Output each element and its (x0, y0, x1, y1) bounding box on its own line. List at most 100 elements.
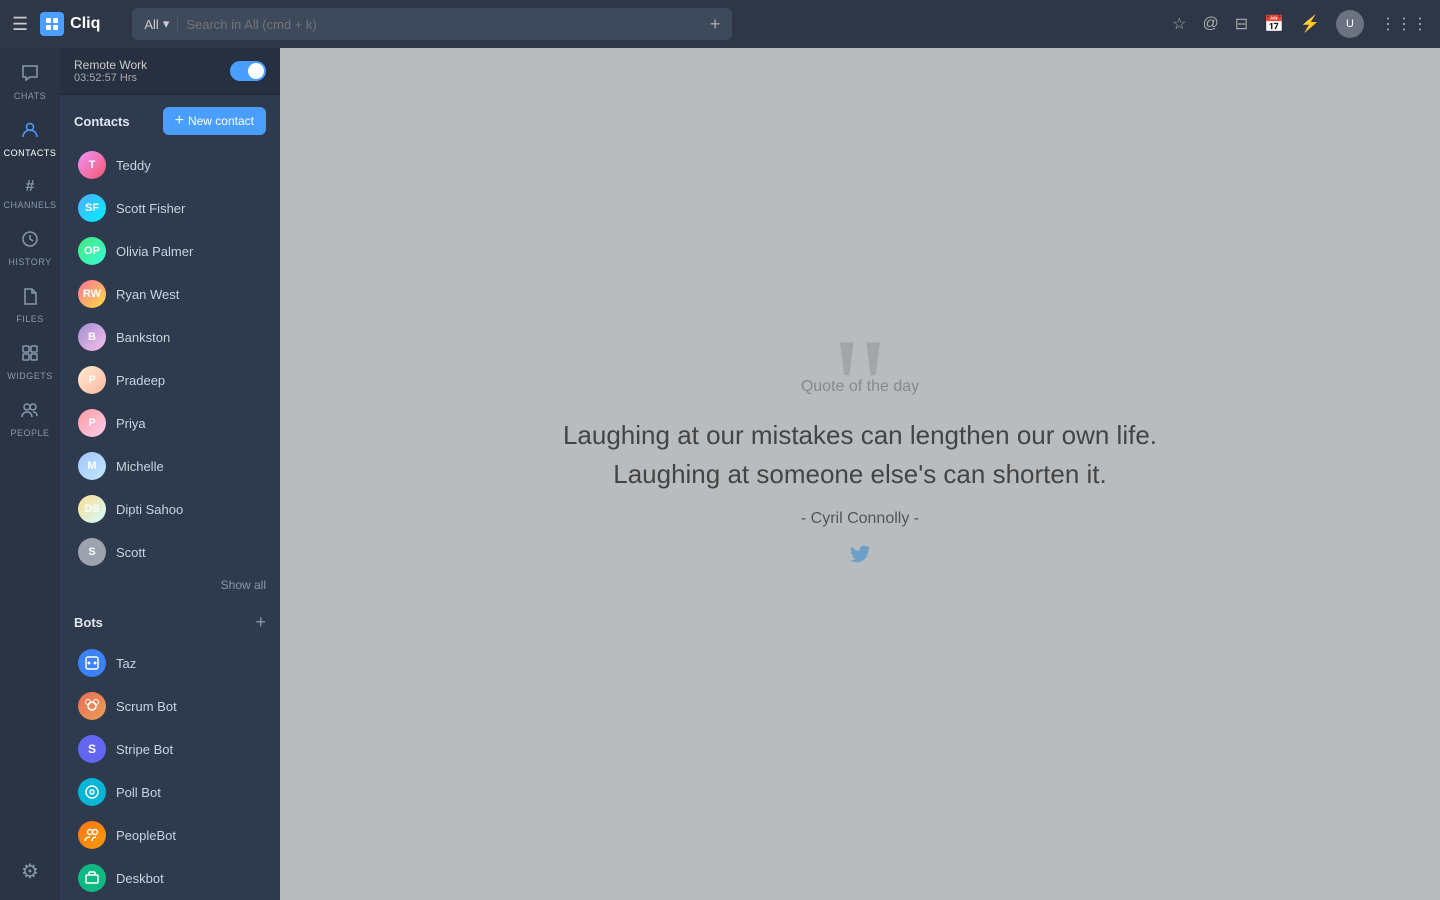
history-label: HISTORY (8, 257, 51, 267)
sidebar-item-people[interactable]: PEOPLE (2, 393, 58, 446)
avatar-scrum (78, 692, 106, 720)
contact-name-scott-fisher: Scott Fisher (116, 201, 185, 216)
bot-name-scrum: Scrum Bot (116, 699, 177, 714)
contact-name-bankston: Bankston (116, 330, 170, 345)
search-bar: All ▾ + (132, 8, 732, 40)
bots-section-header: Bots + (60, 600, 280, 641)
avatar-ryan: RW (78, 280, 106, 308)
sidebar-item-files[interactable]: FILES (2, 279, 58, 332)
contact-name-priya: Priya (116, 416, 146, 431)
avatar-dipti: DS (78, 495, 106, 523)
avatar-teddy: T (78, 151, 106, 179)
star-icon[interactable]: ☆ (1172, 14, 1186, 34)
sidebar-item-widgets[interactable]: WIDGETS (2, 336, 58, 389)
files-label: FILES (16, 314, 44, 324)
contact-item-olivia[interactable]: OP Olivia Palmer (64, 230, 276, 272)
contact-item-pradeep[interactable]: P Pradeep (64, 359, 276, 401)
new-contact-button[interactable]: + New contact (163, 107, 266, 135)
remote-work-bar: Remote Work 03:52:57 Hrs (60, 48, 280, 95)
bot-name-taz: Taz (116, 656, 136, 671)
plus-icon: + (175, 112, 184, 130)
contacts-label: CONTACTS (4, 148, 57, 158)
contacts-icon (21, 121, 39, 144)
twitter-share-icon[interactable] (563, 542, 1157, 570)
bot-name-people: PeopleBot (116, 828, 176, 843)
avatar-bankston: B (78, 323, 106, 351)
avatar-michelle: M (78, 452, 106, 480)
topbar-actions: ☆ @ ⊟ 📅 ⚡ U ⋮⋮⋮ (1172, 10, 1428, 38)
avatar-poll (78, 778, 106, 806)
remote-work-title: Remote Work (74, 58, 147, 72)
chats-icon (21, 64, 39, 87)
avatar-people (78, 821, 106, 849)
bot-item-stripe[interactable]: S Stripe Bot (64, 728, 276, 770)
box-icon[interactable]: ⊟ (1235, 14, 1248, 34)
contact-item-ryan[interactable]: RW Ryan West (64, 273, 276, 315)
avatar-olivia: OP (78, 237, 106, 265)
calendar-icon[interactable]: 📅 (1264, 14, 1284, 34)
search-filter-dropdown[interactable]: All ▾ (144, 16, 169, 32)
avatar-desk (78, 864, 106, 892)
contact-name-olivia: Olivia Palmer (116, 244, 193, 259)
people-label: PEOPLE (10, 428, 49, 438)
bot-item-desk[interactable]: Deskbot (64, 857, 276, 899)
bot-name-stripe: Stripe Bot (116, 742, 173, 757)
remote-work-time: 03:52:57 Hrs (74, 72, 147, 84)
widgets-icon (21, 344, 39, 367)
topbar: ☰ Cliq All ▾ + ☆ @ ⊟ 📅 ⚡ U ⋮⋮⋮ (0, 0, 1440, 48)
bot-item-poll[interactable]: Poll Bot (64, 771, 276, 813)
icon-sidebar: CHATS CONTACTS # CHANNELS HISTORY FILES … (0, 48, 60, 900)
grid-icon[interactable]: ⋮⋮⋮ (1380, 14, 1428, 34)
remote-work-toggle[interactable] (230, 61, 266, 81)
show-all-link[interactable]: Show all (60, 574, 280, 600)
contact-item-scott[interactable]: S Scott (64, 531, 276, 573)
contact-item-bankston[interactable]: B Bankston (64, 316, 276, 358)
contact-name-michelle: Michelle (116, 459, 164, 474)
new-contact-label: New contact (188, 114, 254, 128)
main-content-area: " Quote of the day Laughing at our mista… (280, 48, 1440, 900)
bots-section-title: Bots (74, 615, 103, 630)
chevron-down-icon: ▾ (163, 16, 170, 32)
contacts-section-header: Contacts + New contact (60, 95, 280, 143)
app-name: Cliq (70, 15, 100, 33)
contacts-section-title: Contacts (74, 114, 130, 129)
sidebar-item-contacts[interactable]: CONTACTS (2, 113, 58, 166)
files-icon (21, 287, 39, 310)
search-add-icon[interactable]: + (710, 14, 721, 35)
quote-label: Quote of the day (563, 378, 1157, 396)
search-input[interactable] (186, 17, 698, 32)
user-avatar[interactable]: U (1336, 10, 1364, 38)
bot-item-people[interactable]: PeopleBot (64, 814, 276, 856)
avatar-taz (78, 649, 106, 677)
bot-name-poll: Poll Bot (116, 785, 161, 800)
contact-item-dipti[interactable]: DS Dipti Sahoo (64, 488, 276, 530)
contact-name-teddy: Teddy (116, 158, 151, 173)
bot-item-taz[interactable]: Taz (64, 642, 276, 684)
search-divider (177, 16, 178, 32)
channels-label: CHANNELS (4, 200, 57, 210)
sidebar-item-channels[interactable]: # CHANNELS (2, 170, 58, 218)
quote-author: - Cyril Connolly - (563, 510, 1157, 528)
bot-item-scrum[interactable]: Scrum Bot (64, 685, 276, 727)
sidebar-item-history[interactable]: HISTORY (2, 222, 58, 275)
avatar-stripe: S (78, 735, 106, 763)
people-icon (21, 401, 39, 424)
contact-item-michelle[interactable]: M Michelle (64, 445, 276, 487)
contacts-list: T Teddy SF Scott Fisher OP Olivia Palmer… (60, 144, 280, 573)
avatar-scott: S (78, 538, 106, 566)
sidebar-item-chats[interactable]: CHATS (2, 56, 58, 109)
widgets-label: WIDGETS (7, 371, 53, 381)
quote-text: Laughing at our mistakes can lengthen ou… (563, 416, 1157, 494)
contact-item-priya[interactable]: P Priya (64, 402, 276, 444)
menu-icon[interactable]: ☰ (12, 14, 28, 35)
app-logo: Cliq (40, 12, 100, 36)
chats-label: CHATS (14, 91, 46, 101)
at-icon[interactable]: @ (1203, 15, 1219, 33)
bolt-icon[interactable]: ⚡ (1300, 14, 1320, 34)
contact-item-scott-fisher[interactable]: SF Scott Fisher (64, 187, 276, 229)
contact-name-pradeep: Pradeep (116, 373, 165, 388)
add-bot-button[interactable]: + (255, 612, 266, 633)
contact-item-teddy[interactable]: T Teddy (64, 144, 276, 186)
settings-icon[interactable]: ⚙ (21, 859, 39, 884)
bot-name-desk: Deskbot (116, 871, 164, 886)
